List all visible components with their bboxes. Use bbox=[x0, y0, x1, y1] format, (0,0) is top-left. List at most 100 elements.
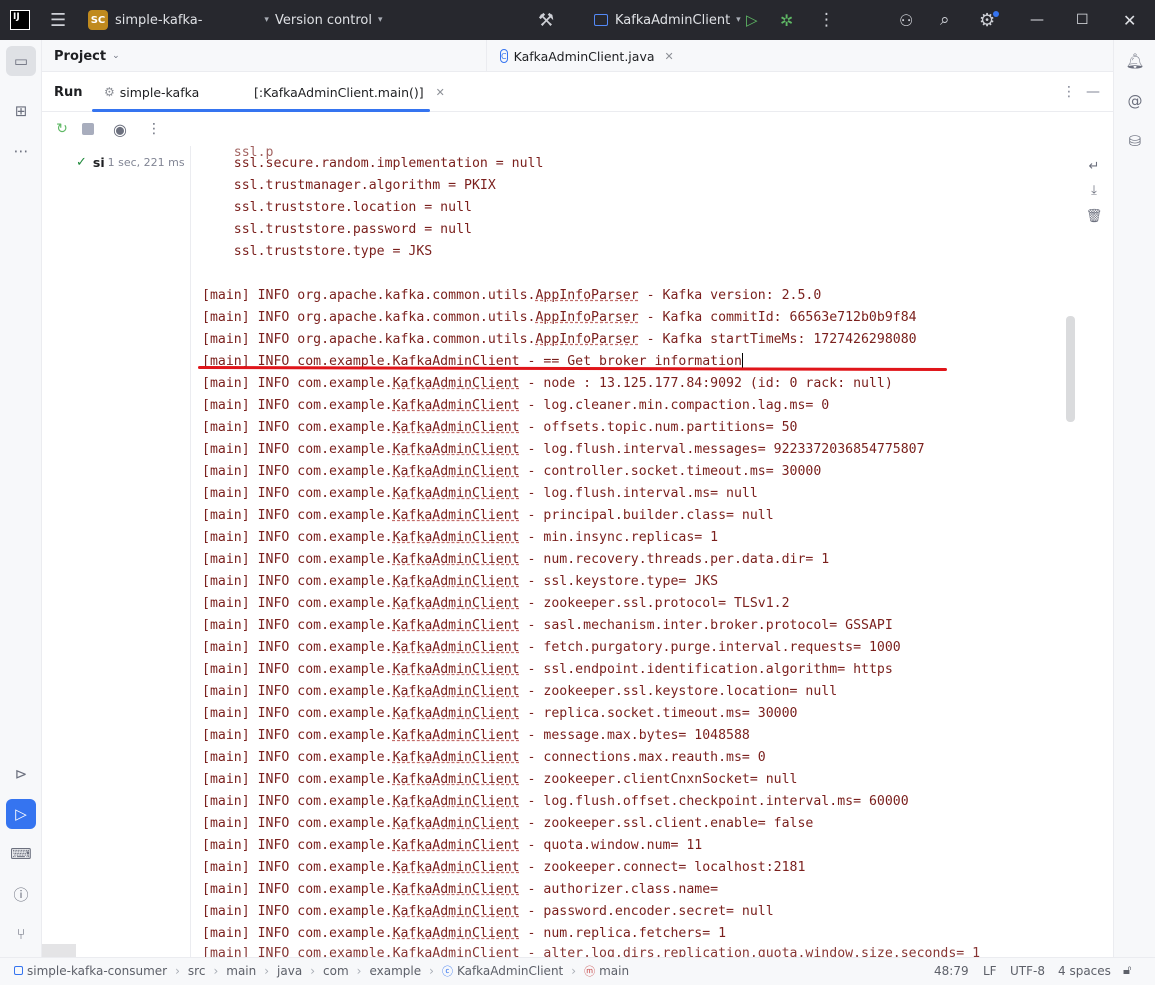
class-link[interactable]: KafkaAdminClient bbox=[393, 464, 520, 479]
terminal-icon[interactable]: ⌨ bbox=[6, 839, 36, 869]
class-link[interactable]: KafkaAdminClient bbox=[393, 794, 520, 809]
run-tab-label: simple-kafka bbox=[119, 84, 200, 100]
project-panel-title[interactable]: Project ⌄ bbox=[54, 40, 120, 72]
class-link[interactable]: KafkaAdminClient bbox=[393, 728, 520, 743]
run-tab-simple-kafka[interactable]: ⚙ simple-kafka bbox=[104, 72, 199, 112]
ai-assistant-icon[interactable]: @ bbox=[1120, 86, 1150, 116]
file-encoding[interactable]: UTF-8 bbox=[1010, 958, 1045, 983]
breadcrumb-item[interactable]: com bbox=[323, 964, 349, 978]
class-link[interactable]: KafkaAdminClient bbox=[393, 420, 520, 435]
class-link[interactable]: KafkaAdminClient bbox=[393, 662, 520, 677]
left-tool-strip: ▭ ⊞ ⋯ ⊳ ▷ ⌨ ⓘ ⑂ bbox=[0, 40, 42, 957]
console-text: [main] INFO com.example. bbox=[202, 596, 393, 611]
close-window-button[interactable]: ✕ bbox=[1123, 0, 1136, 40]
add-user-icon[interactable]: ⚇ bbox=[899, 0, 913, 40]
minimize-button[interactable]: — bbox=[1030, 0, 1044, 40]
lock-icon[interactable]: 🔓︎ bbox=[1123, 958, 1131, 983]
class-link[interactable]: KafkaAdminClient bbox=[393, 552, 520, 567]
maximize-button[interactable]: ☐ bbox=[1076, 0, 1089, 40]
debug-bug-icon[interactable]: ✲ bbox=[780, 0, 793, 40]
run-tree-item[interactable]: ✓ si 1 sec, 221 ms bbox=[76, 155, 185, 170]
class-link[interactable]: KafkaAdminClient bbox=[393, 904, 520, 919]
rerun-icon[interactable]: ↻ bbox=[52, 119, 72, 139]
class-link[interactable]: KafkaAdminClient bbox=[393, 596, 520, 611]
breadcrumb-item[interactable]: src bbox=[188, 964, 206, 978]
class-link[interactable]: KafkaAdminClient bbox=[393, 750, 520, 765]
clear-trash-icon[interactable]: 🗑︎ bbox=[1086, 208, 1103, 224]
breadcrumb-item[interactable]: main bbox=[226, 964, 256, 978]
close-tab-icon[interactable]: ✕ bbox=[665, 50, 674, 63]
class-link[interactable]: KafkaAdminClient bbox=[393, 926, 520, 941]
close-tab-icon[interactable]: ✕ bbox=[436, 86, 445, 99]
git-branch-icon[interactable]: ⑂ bbox=[6, 919, 36, 949]
class-link[interactable]: KafkaAdminClient bbox=[393, 530, 520, 545]
class-link[interactable]: AppInfoParser bbox=[535, 310, 638, 325]
class-link[interactable]: KafkaAdminClient bbox=[393, 574, 520, 589]
hammer-build-icon[interactable]: ⚒ bbox=[538, 0, 554, 40]
run-config-selector[interactable]: KafkaAdminClient ▾ bbox=[594, 0, 741, 40]
class-link[interactable]: KafkaAdminClient bbox=[393, 882, 520, 897]
breadcrumb-item[interactable]: KafkaAdminClient bbox=[457, 964, 563, 978]
console-output[interactable]: ssl.p ssl.secure.random.implementation =… bbox=[192, 146, 1075, 957]
class-link[interactable]: KafkaAdminClient bbox=[393, 816, 520, 831]
class-link[interactable]: KafkaAdminClient bbox=[393, 640, 520, 655]
eye-view-icon[interactable]: ◉ bbox=[110, 119, 130, 139]
breadcrumb-item[interactable]: java bbox=[277, 964, 302, 978]
console-text: ssl.truststore.password = null bbox=[202, 222, 472, 237]
run-tool-icon[interactable]: ▷ bbox=[6, 799, 36, 829]
console-line: [main] INFO com.example.KafkaAdminClient… bbox=[202, 373, 893, 395]
class-link[interactable]: AppInfoParser bbox=[535, 332, 638, 347]
breadcrumb-item[interactable]: simple-kafka-consumer bbox=[27, 964, 167, 978]
run-button[interactable]: ▷ bbox=[746, 0, 758, 40]
class-link[interactable]: KafkaAdminClient bbox=[393, 838, 520, 853]
main-menu-icon[interactable]: ☰ bbox=[50, 0, 66, 40]
class-link[interactable]: KafkaAdminClient bbox=[393, 772, 520, 787]
line-separator[interactable]: LF bbox=[983, 958, 997, 983]
class-link[interactable]: KafkaAdminClient bbox=[393, 376, 520, 391]
class-link[interactable]: KafkaAdminClient bbox=[393, 398, 520, 413]
update-badge bbox=[993, 11, 999, 17]
console-line: [main] INFO com.example.KafkaAdminClient… bbox=[202, 549, 829, 571]
options-menu-icon[interactable]: ⋮ bbox=[1062, 72, 1076, 112]
settings-gear-icon[interactable]: ⚙ bbox=[979, 0, 995, 40]
problems-icon[interactable]: ⓘ bbox=[6, 879, 36, 909]
hide-panel-icon[interactable]: — bbox=[1086, 72, 1100, 112]
console-text: [main] INFO com.example. bbox=[202, 904, 393, 919]
app-logo[interactable]: IJ bbox=[10, 0, 30, 40]
notifications-bell-icon[interactable]: 🔔︎ bbox=[1120, 46, 1150, 76]
indent-setting[interactable]: 4 spaces bbox=[1058, 958, 1111, 983]
more-options-icon[interactable]: ⋮ bbox=[144, 119, 164, 139]
class-link[interactable]: KafkaAdminClient bbox=[393, 860, 520, 875]
soft-wrap-icon[interactable]: ↵ bbox=[1086, 158, 1102, 174]
class-link[interactable]: KafkaAdminClient bbox=[393, 486, 520, 501]
horizontal-scrollbar[interactable] bbox=[42, 944, 76, 957]
scroll-to-end-icon[interactable]: ⤓ bbox=[1086, 182, 1102, 198]
console-line: [main] INFO com.example.KafkaAdminClient… bbox=[202, 571, 718, 593]
run-tab-main[interactable]: [:KafkaAdminClient.main()] ✕ bbox=[254, 72, 445, 112]
console-line: [main] INFO com.example.KafkaAdminClient… bbox=[202, 791, 909, 813]
breadcrumb-item[interactable]: main bbox=[599, 964, 629, 978]
class-link[interactable]: KafkaAdminClient bbox=[393, 706, 520, 721]
success-check-icon: ✓ bbox=[76, 155, 87, 170]
vertical-scrollbar[interactable] bbox=[1066, 316, 1075, 422]
vcs-widget[interactable]: Version control ▾ bbox=[275, 0, 383, 40]
run-toolbar: ↻ ◉ ⋮ bbox=[42, 112, 1113, 146]
more-actions-icon[interactable]: ⋮ bbox=[818, 0, 835, 40]
project-folder-icon[interactable]: ▭ bbox=[6, 46, 36, 76]
cursor-position[interactable]: 48:79 bbox=[934, 958, 969, 983]
structure-icon[interactable]: ⊞ bbox=[6, 96, 36, 126]
class-link[interactable]: AppInfoParser bbox=[535, 288, 638, 303]
services-icon[interactable]: ⊳ bbox=[6, 759, 36, 789]
editor-tab-kafkaadminclient[interactable]: C KafkaAdminClient.java ✕ bbox=[498, 40, 674, 72]
class-link[interactable]: KafkaAdminClient bbox=[393, 684, 520, 699]
breadcrumb-item[interactable]: example bbox=[369, 964, 421, 978]
search-icon[interactable]: ⌕ bbox=[940, 0, 950, 40]
database-icon[interactable]: ⛁ bbox=[1120, 126, 1150, 156]
project-widget[interactable]: SC simple-kafka- ▾ bbox=[88, 0, 269, 40]
more-tools-icon[interactable]: ⋯ bbox=[6, 136, 36, 166]
class-link[interactable]: KafkaAdminClient bbox=[393, 508, 520, 523]
class-link[interactable]: KafkaAdminClient bbox=[393, 618, 520, 633]
stop-button[interactable] bbox=[78, 119, 98, 139]
class-link[interactable]: KafkaAdminClient bbox=[393, 442, 520, 457]
console-text: - principal.builder.class= null bbox=[519, 508, 774, 523]
